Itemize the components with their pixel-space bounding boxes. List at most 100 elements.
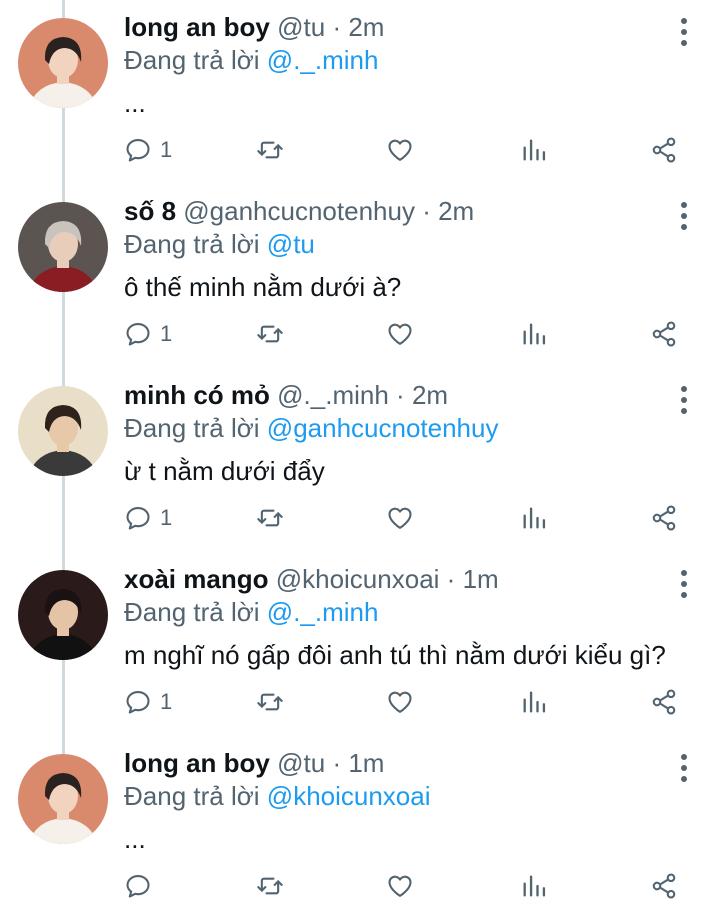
reply-count: 1 (160, 137, 173, 162)
replying-to-mention[interactable]: @khoicunxoai (267, 781, 431, 811)
tweet[interactable]: long an boy @tu · 1m Đang trả lời @khoic… (0, 736, 720, 916)
tweet-text: ... (124, 88, 146, 118)
reply-icon (126, 323, 150, 346)
heart-icon (388, 139, 412, 161)
timestamp[interactable]: 1m (463, 564, 499, 594)
tweet-header: số 8 @ganhcucnotenhuy · 2m (124, 194, 670, 228)
tweet-actions: 1 (124, 314, 694, 354)
tweet-header: minh có mỏ @._.minh · 2m (124, 378, 670, 412)
views-button[interactable] (520, 866, 548, 906)
tweet-actions: 1 (124, 682, 694, 722)
user-handle[interactable]: @tu (277, 12, 325, 42)
replying-to-label: Đang trả lời (124, 781, 260, 811)
user-handle[interactable]: @._.minh (277, 380, 389, 410)
avatar[interactable] (18, 754, 108, 844)
tweet-content: long an boy @tu · 1m Đang trả lời @khoic… (124, 746, 670, 856)
retweet-icon (257, 141, 283, 159)
retweet-icon (257, 325, 283, 343)
avatar[interactable] (18, 202, 108, 292)
views-button[interactable] (520, 498, 548, 538)
reply-icon (126, 875, 150, 898)
replying-to-mention[interactable]: @ganhcucnotenhuy (267, 413, 499, 443)
user-handle[interactable]: @ganhcucnotenhuy (183, 196, 415, 226)
user-handle[interactable]: @khoicunxoai (276, 564, 440, 594)
tweet-actions (124, 866, 694, 906)
replying-to-label: Đang trả lời (124, 413, 260, 443)
retweet-button[interactable] (256, 682, 284, 722)
replying-to-mention[interactable]: @._.minh (267, 45, 379, 75)
more-vertical-icon[interactable] (672, 750, 696, 786)
like-button[interactable] (386, 498, 414, 538)
more-vertical-icon[interactable] (672, 566, 696, 602)
share-button[interactable] (650, 498, 678, 538)
tweet-header: long an boy @tu · 1m (124, 746, 670, 780)
retweet-button[interactable] (256, 866, 284, 906)
share-button[interactable] (650, 682, 678, 722)
like-button[interactable] (386, 130, 414, 170)
timestamp[interactable]: 1m (348, 748, 384, 778)
reply-button[interactable]: 1 (124, 314, 172, 354)
retweet-button[interactable] (256, 130, 284, 170)
replying-to-label: Đang trả lời (124, 229, 260, 259)
share-icon (652, 505, 676, 531)
replying-to-label: Đang trả lời (124, 597, 260, 627)
tweet-content: số 8 @ganhcucnotenhuy · 2m Đang trả lời … (124, 194, 670, 304)
user-handle[interactable]: @tu (277, 748, 325, 778)
timestamp[interactable]: 2m (438, 196, 474, 226)
share-button[interactable] (650, 314, 678, 354)
tweet[interactable]: minh có mỏ @._.minh · 2m Đang trả lời @g… (0, 368, 720, 552)
display-name[interactable]: minh có mỏ (124, 380, 270, 410)
like-button[interactable] (386, 682, 414, 722)
views-button[interactable] (520, 314, 548, 354)
header-separator: · (396, 380, 405, 410)
share-icon (652, 321, 676, 347)
tweet-text: m nghĩ nó gấp đôi anh tú thì nằm dưới ki… (124, 640, 666, 670)
tweet[interactable]: long an boy @tu · 2m Đang trả lời @._.mi… (0, 0, 720, 184)
timestamp[interactable]: 2m (348, 12, 384, 42)
views-button[interactable] (520, 682, 548, 722)
avatar[interactable] (18, 18, 108, 108)
retweet-button[interactable] (256, 498, 284, 538)
avatar[interactable] (18, 570, 108, 660)
more-vertical-icon[interactable] (672, 198, 696, 234)
tweet[interactable]: số 8 @ganhcucnotenhuy · 2m Đang trả lời … (0, 184, 720, 368)
reply-button[interactable]: 1 (124, 682, 172, 722)
header-separator: · (332, 748, 342, 778)
reply-button[interactable]: 1 (124, 498, 172, 538)
header-separator: · (446, 564, 456, 594)
like-button[interactable] (386, 866, 414, 906)
tweet[interactable]: xoài mango @khoicunxoai · 1m Đang trả lờ… (0, 552, 720, 736)
avatar[interactable] (18, 386, 108, 476)
reply-count: 1 (160, 689, 173, 714)
display-name[interactable]: xoài mango (124, 564, 268, 594)
timestamp[interactable]: 2m (412, 380, 448, 410)
more-vertical-icon[interactable] (672, 14, 696, 50)
display-name[interactable]: số 8 (124, 196, 176, 226)
reply-icon (126, 139, 150, 162)
display-name[interactable]: long an boy (124, 12, 270, 42)
tweet-content: minh có mỏ @._.minh · 2m Đang trả lời @g… (124, 378, 670, 488)
views-icon (523, 139, 546, 161)
retweet-icon (257, 693, 283, 711)
tweet-actions: 1 (124, 498, 694, 538)
heart-icon (388, 507, 412, 529)
replying-to-mention[interactable]: @tu (267, 229, 315, 259)
like-button[interactable] (386, 314, 414, 354)
views-icon (523, 507, 546, 529)
replying-to-mention[interactable]: @._.minh (267, 597, 379, 627)
share-button[interactable] (650, 130, 678, 170)
views-button[interactable] (520, 130, 548, 170)
retweet-icon (257, 877, 283, 895)
display-name[interactable]: long an boy (124, 748, 270, 778)
replying-to: Đang trả lời @._.minh (124, 596, 670, 628)
reply-button[interactable]: 1 (124, 130, 172, 170)
share-button[interactable] (650, 866, 678, 906)
share-icon (652, 137, 676, 163)
tweet-text: ừ t nằm dưới đẩy (124, 456, 325, 486)
reply-button[interactable] (124, 866, 160, 906)
more-vertical-icon[interactable] (672, 382, 696, 418)
heart-icon (388, 323, 412, 345)
retweet-button[interactable] (256, 314, 284, 354)
heart-icon (388, 691, 412, 713)
reply-count: 1 (160, 505, 173, 530)
